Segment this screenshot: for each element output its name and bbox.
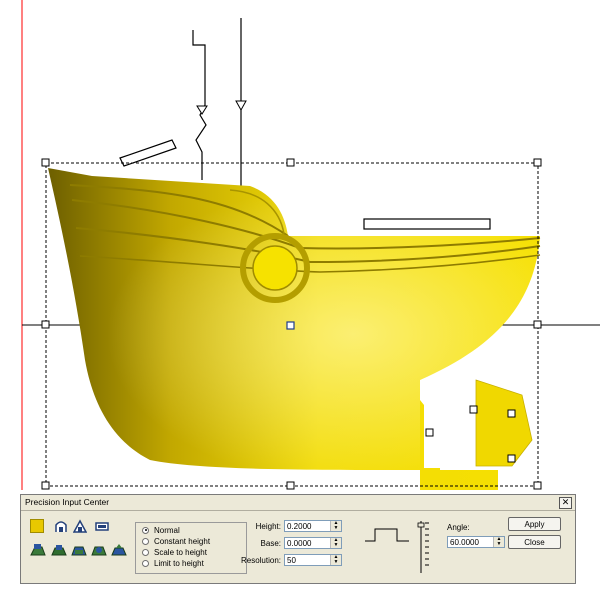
mode-label: Constant height [154,536,211,546]
precision-input-center-dialog: Precision Input Center ✕ Normal Constant… [20,494,576,584]
spin-down-icon[interactable]: ▼ [331,543,341,548]
node-handle[interactable] [425,428,434,437]
relief-tool-icon[interactable] [30,543,46,557]
bow-railing [363,218,491,230]
radio-icon [142,537,149,545]
resolution-value: 50 [287,556,296,565]
mode-label: Normal [154,525,180,535]
radio-icon [142,548,149,556]
handle-middle-right[interactable] [533,320,542,329]
resolution-spinner[interactable]: 50 ▲ ▼ [284,554,342,566]
apply-button[interactable]: Apply [508,517,561,531]
base-spinner[interactable]: 0.0000 ▲ ▼ [284,537,342,549]
mast-left-marker-icon [196,105,208,115]
handle-bottom-center[interactable] [286,481,295,490]
angle-label: Angle: [447,523,470,532]
node-handle[interactable] [469,405,478,414]
stern-railing [119,139,177,167]
base-value: 0.0000 [287,539,312,548]
spin-down-icon[interactable]: ▼ [331,560,341,565]
spin-down-icon[interactable]: ▼ [331,526,341,531]
radio-icon [142,559,149,567]
mode-scale-to-height-radio[interactable]: Scale to height [142,547,207,557]
mode-limit-to-height-radio[interactable]: Limit to height [142,558,204,568]
base-label: Base: [260,539,281,548]
mode-normal-radio[interactable]: Normal [142,525,180,535]
node-handle[interactable] [507,454,516,463]
mode-constant-height-radio[interactable]: Constant height [142,536,210,546]
boat-relief-view [21,0,600,490]
dialog-titlebar: Precision Input Center ✕ [21,495,575,511]
handle-middle-left[interactable] [41,320,50,329]
spin-down-icon[interactable]: ▼ [494,542,504,547]
relief-tool-icon[interactable] [51,543,67,557]
color-swatch-icon[interactable] [30,519,44,533]
center-handle[interactable] [286,321,295,330]
node-handle[interactable] [507,409,516,418]
profile-peak-icon[interactable] [72,519,88,533]
radio-selected-icon [142,526,149,534]
close-icon[interactable]: ✕ [559,497,572,509]
profile-arch-icon[interactable] [54,519,68,533]
angle-slider[interactable] [417,519,431,575]
handle-bottom-right[interactable] [533,481,542,490]
resolution-label: Resolution: [240,556,281,565]
mast-left [192,30,207,180]
profile-flat-icon[interactable] [95,520,109,534]
relief-tool-icon[interactable] [111,543,127,557]
handle-top-right[interactable] [533,158,542,167]
design-canvas[interactable] [0,0,600,490]
mode-label: Scale to height [154,547,207,557]
height-mode-group: Normal Constant height Scale to height L… [135,522,247,574]
handle-bottom-left[interactable] [41,481,50,490]
dialog-title: Precision Input Center [25,497,110,507]
angle-spinner[interactable]: 60.0000 ▲ ▼ [447,536,505,548]
relief-tool-icon[interactable] [91,543,107,557]
close-button[interactable]: Close [508,535,561,549]
height-value: 0.2000 [287,522,312,531]
profile-preview-icon [365,528,409,542]
handle-top-center[interactable] [286,158,295,167]
angle-value: 60.0000 [450,538,479,547]
handle-top-left[interactable] [41,158,50,167]
mode-label: Limit to height [154,558,204,568]
relief-tool-icon[interactable] [71,543,87,557]
height-spinner[interactable]: 0.2000 ▲ ▼ [284,520,342,532]
mast-right-marker-icon [235,100,247,112]
height-label: Height: [255,522,281,531]
